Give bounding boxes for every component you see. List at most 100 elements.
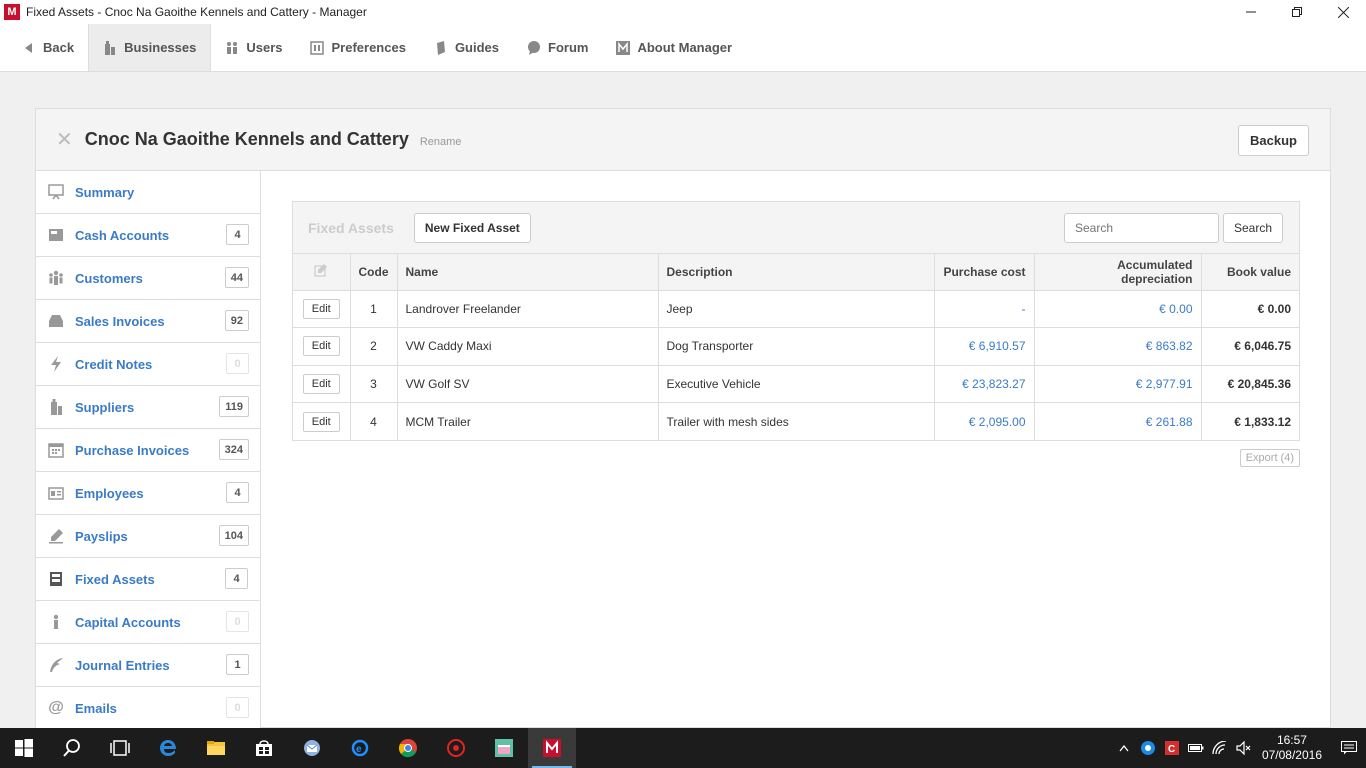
nav-users[interactable]: Users xyxy=(211,24,296,71)
sidebar-item-emails[interactable]: @ Emails 0 xyxy=(36,687,260,729)
edge-browser-icon xyxy=(160,740,176,756)
edit-button[interactable]: Edit xyxy=(302,298,340,319)
cell-purchase-cost[interactable]: € 6,910.57 xyxy=(934,327,1035,366)
nav-forum[interactable]: Forum xyxy=(513,24,602,71)
svg-text:e: e xyxy=(356,744,362,755)
start-button[interactable] xyxy=(0,728,48,768)
taskbar-ie[interactable]: e xyxy=(336,728,384,768)
taskbar-chrome[interactable] xyxy=(384,728,432,768)
cash-register-icon xyxy=(48,227,64,243)
cell-code: 2 xyxy=(350,327,398,366)
security-shield-icon[interactable] xyxy=(1136,728,1160,768)
show-hidden-icons-icon[interactable] xyxy=(1112,728,1136,768)
cell-purchase-cost[interactable]: € 2,095.00 xyxy=(934,402,1035,440)
table-row: Edit 2 VW Caddy Maxi Dog Transporter € 6… xyxy=(293,327,1299,366)
cell-accumulated-depreciation[interactable]: € 863.82 xyxy=(1034,327,1202,366)
column-header-description[interactable]: Description xyxy=(658,254,935,291)
table-row: Edit 3 VW Golf SV Executive Vehicle € 23… xyxy=(293,365,1299,403)
export-button[interactable]: Export (4) xyxy=(1239,449,1300,467)
cell-description: Executive Vehicle xyxy=(658,365,935,403)
nav-about[interactable]: About Manager xyxy=(602,24,746,71)
sidebar-item-suppliers[interactable]: Suppliers 119 xyxy=(36,386,260,429)
sidebar-item-payslips[interactable]: Payslips 104 xyxy=(36,515,260,558)
sidebar-item-employees[interactable]: Employees 4 xyxy=(36,472,260,515)
taskbar-mail-app[interactable] xyxy=(288,728,336,768)
cell-purchase-cost[interactable]: € 23,823.27 xyxy=(934,365,1035,403)
taskbar-clock[interactable]: 16:57 07/08/2016 xyxy=(1256,733,1332,763)
lightning-icon xyxy=(48,356,64,372)
sidebar-item-count: 1 xyxy=(226,654,249,675)
business-name: Cnoc Na Gaoithe Kennels and Cattery xyxy=(84,129,409,149)
search-input[interactable] xyxy=(1063,213,1219,243)
cell-code: 1 xyxy=(350,290,398,328)
taskbar-app-red[interactable] xyxy=(432,728,480,768)
backup-button[interactable]: Backup xyxy=(1238,125,1309,156)
new-fixed-asset-button[interactable]: New Fixed Asset xyxy=(413,212,531,243)
taskbar-edge[interactable] xyxy=(144,728,192,768)
cell-code: 3 xyxy=(350,365,398,403)
cell-accumulated-depreciation[interactable]: € 261.88 xyxy=(1034,402,1202,440)
nav-businesses[interactable]: Businesses xyxy=(88,24,212,71)
sidebar-item-credit-notes[interactable]: Credit Notes 0 xyxy=(36,343,260,386)
wifi-icon[interactable] xyxy=(1208,728,1232,768)
cell-accumulated-depreciation[interactable]: € 0.00 xyxy=(1034,290,1202,328)
nav-guides[interactable]: Guides xyxy=(420,24,513,71)
nav-about-label: About Manager xyxy=(637,40,733,55)
table-row: Edit 1 Landrover Freelander Jeep - € 0.0… xyxy=(293,290,1299,328)
cell-name: VW Caddy Maxi xyxy=(397,327,659,366)
fixed-assets-content: Fixed Assets New Fixed Asset Search Code… xyxy=(292,201,1300,467)
close-button[interactable] xyxy=(1320,0,1366,24)
column-header-accumulated-depreciation[interactable]: Accumulated depreciation xyxy=(1034,254,1202,291)
folder-icon xyxy=(207,741,225,755)
sidebar-item-label: Capital Accounts xyxy=(75,614,181,630)
cell-book-value: € 6,046.75 xyxy=(1201,327,1299,366)
cell-name: VW Golf SV xyxy=(397,365,659,403)
taskbar-file-explorer[interactable] xyxy=(192,728,240,768)
sidebar-item-count: 4 xyxy=(226,482,249,503)
edit-button[interactable]: Edit xyxy=(302,373,340,394)
taskbar-search[interactable] xyxy=(48,728,96,768)
action-center-icon[interactable] xyxy=(1332,728,1366,768)
sidebar-item-capital-accounts[interactable]: Capital Accounts 0 xyxy=(36,601,260,644)
fixed-assets-toolbar: Fixed Assets New Fixed Asset Search xyxy=(293,202,1299,254)
cabinet-icon xyxy=(48,571,64,587)
restore-button[interactable] xyxy=(1274,0,1320,24)
taskbar-app-cake[interactable] xyxy=(480,728,528,768)
minimize-button[interactable] xyxy=(1228,0,1274,24)
sidebar-item-count: 4 xyxy=(226,224,249,245)
taskbar-store[interactable] xyxy=(240,728,288,768)
edit-button[interactable]: Edit xyxy=(302,411,340,432)
sidebar-item-customers[interactable]: Customers 44 xyxy=(36,257,260,300)
volume-muted-icon[interactable] xyxy=(1232,728,1256,768)
sidebar-item-sales-invoices[interactable]: Sales Invoices 92 xyxy=(36,300,260,343)
edit-button[interactable]: Edit xyxy=(302,336,340,357)
close-business-icon[interactable]: ✕ xyxy=(56,127,73,152)
sidebar-item-summary[interactable]: Summary xyxy=(36,171,260,214)
cell-accumulated-depreciation[interactable]: € 2,977.91 xyxy=(1034,365,1202,403)
nav-preferences[interactable]: Preferences xyxy=(296,24,419,71)
table-header-row: Code Name Description Purchase cost Accu… xyxy=(293,254,1299,291)
nav-back[interactable]: Back xyxy=(8,24,88,71)
column-header-book-value[interactable]: Book value xyxy=(1201,254,1299,291)
column-header-name[interactable]: Name xyxy=(397,254,659,291)
cell-purchase-cost[interactable]: - xyxy=(934,290,1035,328)
sidebar-item-label: Purchase Invoices xyxy=(75,442,190,458)
inbox-icon xyxy=(48,313,64,329)
taskbar-manager[interactable] xyxy=(528,728,576,768)
sidebar-item-journal-entries[interactable]: Journal Entries 1 xyxy=(36,644,260,687)
cell-description: Dog Transporter xyxy=(658,327,935,366)
column-header-purchase-cost[interactable]: Purchase cost xyxy=(934,254,1035,291)
table-row: Edit 4 MCM Trailer Trailer with mesh sid… xyxy=(293,402,1299,440)
sidebar-item-purchase-invoices[interactable]: Purchase Invoices 324 xyxy=(36,429,260,472)
sidebar-item-count: 0 xyxy=(226,353,249,374)
search-button[interactable]: Search xyxy=(1222,213,1283,243)
sidebar-item-fixed-assets[interactable]: Fixed Assets 4 xyxy=(36,558,260,601)
task-view-button[interactable] xyxy=(96,728,144,768)
column-header-code[interactable]: Code xyxy=(350,254,398,291)
sidebar-item-label: Credit Notes xyxy=(75,356,153,372)
rename-link[interactable]: Rename xyxy=(420,136,462,148)
antivirus-icon[interactable]: C xyxy=(1160,728,1184,768)
sidebar-item-cash-accounts[interactable]: Cash Accounts 4 xyxy=(36,214,260,257)
battery-icon[interactable] xyxy=(1184,728,1208,768)
fixed-assets-title: Fixed Assets xyxy=(308,219,394,236)
